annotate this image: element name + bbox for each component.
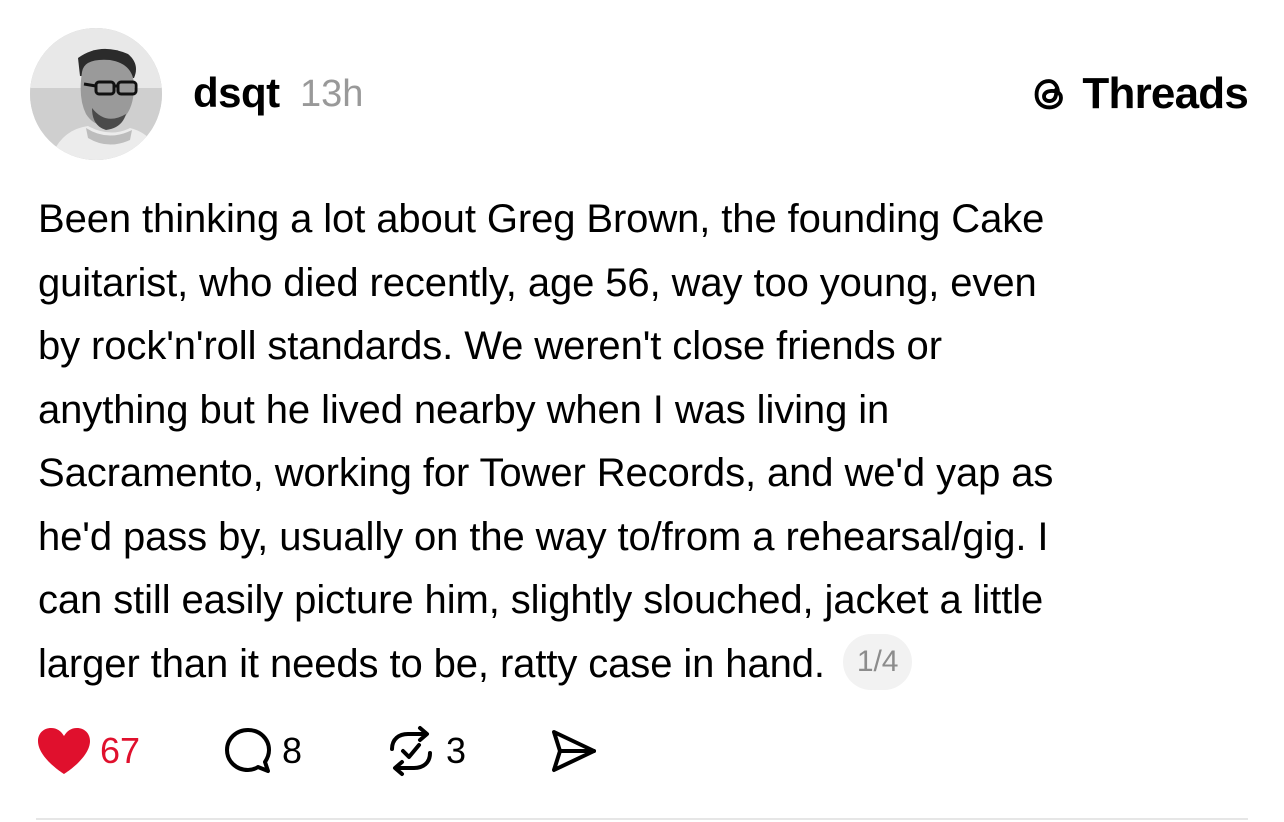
repost-button[interactable]: 3	[384, 722, 466, 780]
post-text-line: he'd pass by, usually on the way to/from…	[38, 514, 1049, 559]
threads-brand: Threads	[1026, 66, 1249, 122]
repost-count: 3	[446, 730, 467, 771]
share-button[interactable]	[548, 722, 598, 780]
like-count: 67	[100, 730, 141, 771]
heart-icon	[38, 728, 90, 774]
post-text-line: Sacramento, working for Tower Records, a…	[38, 451, 1054, 495]
author-name[interactable]: dsqt	[193, 68, 280, 118]
avatar[interactable]	[30, 28, 162, 160]
repost-icon	[390, 726, 432, 776]
reply-count: 8	[282, 730, 303, 771]
post-text-line: anything but he lived nearby when I was …	[38, 387, 890, 432]
comment-icon	[225, 728, 271, 773]
send-icon	[552, 730, 596, 772]
post-text-line: by rock'n'roll standards. We weren't clo…	[38, 324, 942, 368]
avatar-photo	[30, 28, 162, 160]
post-text-line: Been thinking a lot about Greg Brown, th…	[38, 197, 1045, 241]
divider	[36, 818, 1248, 820]
post-text: Been thinking a lot about Greg Brown, th…	[38, 188, 1248, 696]
threads-logo-icon	[1035, 79, 1064, 110]
post-text-line: can still easily picture him, slightly s…	[38, 578, 1044, 622]
post-timestamp: 13h	[300, 73, 364, 115]
like-button[interactable]: 67	[36, 722, 140, 780]
reply-button[interactable]: 8	[222, 722, 302, 780]
post-text-line: larger than it needs to be, ratty case i…	[38, 641, 825, 686]
post-text-line-last: larger than it needs to be, ratty case i…	[38, 633, 1248, 697]
page-indicator: 1/4	[842, 633, 913, 690]
post-text-line: guitarist, who died recently, age 56, wa…	[38, 260, 1037, 305]
brand-name: Threads	[1082, 69, 1248, 118]
